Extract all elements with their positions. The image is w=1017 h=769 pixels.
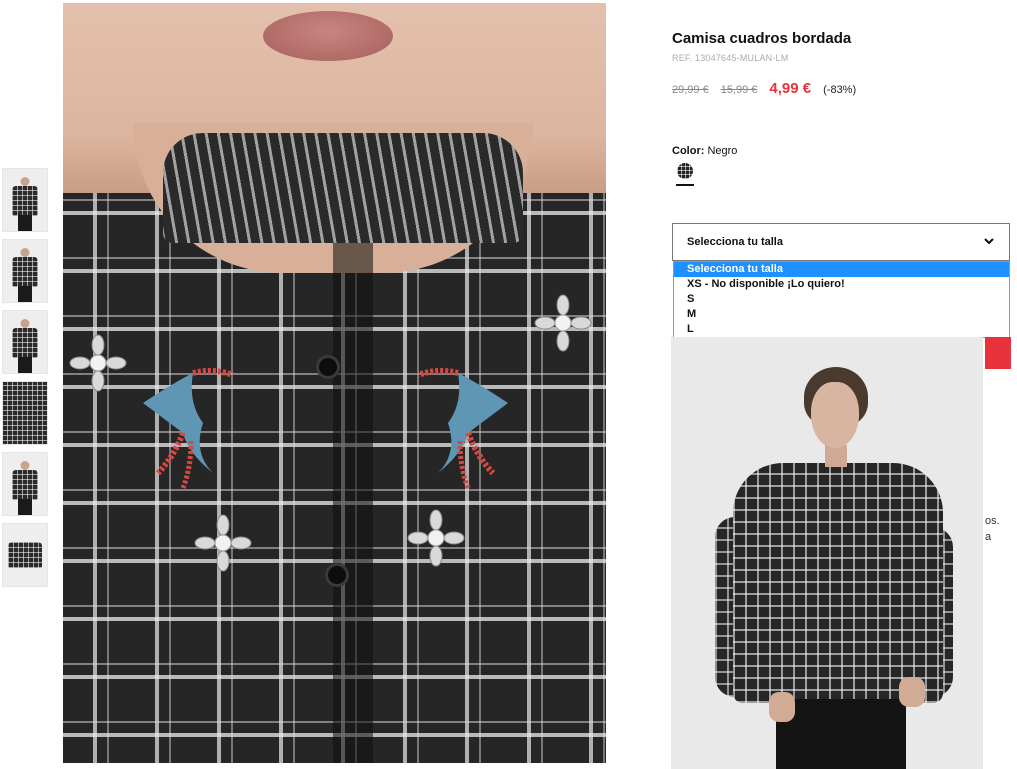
truncated-line: os. <box>985 515 1000 527</box>
thumbnail-4[interactable] <box>2 381 48 445</box>
model-hand <box>769 692 795 722</box>
size-option[interactable]: L <box>674 322 1009 337</box>
color-value: Negro <box>707 145 738 157</box>
size-option[interactable]: Selecciona tu talla <box>674 262 1009 277</box>
thumbnail-3[interactable] <box>2 310 48 374</box>
size-dropdown-list: Selecciona tu talla XS - No disponible ¡… <box>673 261 1010 338</box>
model-shirt <box>733 463 943 703</box>
discount-badge: (-83%) <box>823 84 857 96</box>
model-preview-image <box>671 337 983 769</box>
shirt-button <box>325 563 349 587</box>
thumbnail-6[interactable] <box>2 523 48 587</box>
embroidered-bird-left <box>143 367 234 489</box>
chevron-down-icon <box>984 238 994 245</box>
jewel-brooch <box>69 334 127 392</box>
truncated-description: os. a <box>985 513 1000 545</box>
size-option[interactable]: S <box>674 292 1009 307</box>
shirt-button <box>316 355 340 379</box>
model-hand <box>899 677 925 707</box>
model-face <box>811 382 859 448</box>
main-product-image[interactable] <box>63 3 606 763</box>
thumbnail-5[interactable] <box>2 452 48 516</box>
price-previous: 15,99 € <box>720 84 758 96</box>
model-lips <box>263 11 393 61</box>
product-title: Camisa cuadros bordada <box>672 30 852 47</box>
price-original: 29,99 € <box>672 84 709 96</box>
model-pants <box>776 699 906 769</box>
jewel-brooch <box>534 294 592 352</box>
product-reference: REF. 13047645-MULAN-LM <box>672 53 789 63</box>
thumbnail-1[interactable] <box>2 168 48 232</box>
shirt-placket <box>333 243 373 763</box>
color-swatch-negro[interactable] <box>677 163 693 179</box>
model-neck <box>825 445 847 467</box>
price-current: 4,99 € <box>769 80 812 97</box>
truncated-line: a <box>985 531 992 543</box>
jewel-brooch <box>407 509 465 567</box>
color-label: Color: Negro <box>672 145 737 157</box>
jewel-brooch <box>194 514 252 572</box>
add-to-bag-button[interactable] <box>985 337 1011 369</box>
color-label-key: Color: <box>672 145 705 157</box>
size-option[interactable]: M <box>674 307 1009 322</box>
size-select-label: Selecciona tu talla <box>687 236 783 248</box>
selected-swatch-indicator <box>676 184 694 186</box>
size-option[interactable]: XS - No disponible ¡Lo quiero! <box>674 277 1009 292</box>
thumbnail-2[interactable] <box>2 239 48 303</box>
size-select[interactable]: Selecciona tu talla <box>672 223 1010 261</box>
shirt-collar <box>163 133 523 243</box>
embroidered-bird-right <box>417 367 508 489</box>
thumbnail-gallery <box>2 168 50 594</box>
price-row: 29,99 € 15,99 € 4,99 € (-83%) <box>672 80 856 97</box>
